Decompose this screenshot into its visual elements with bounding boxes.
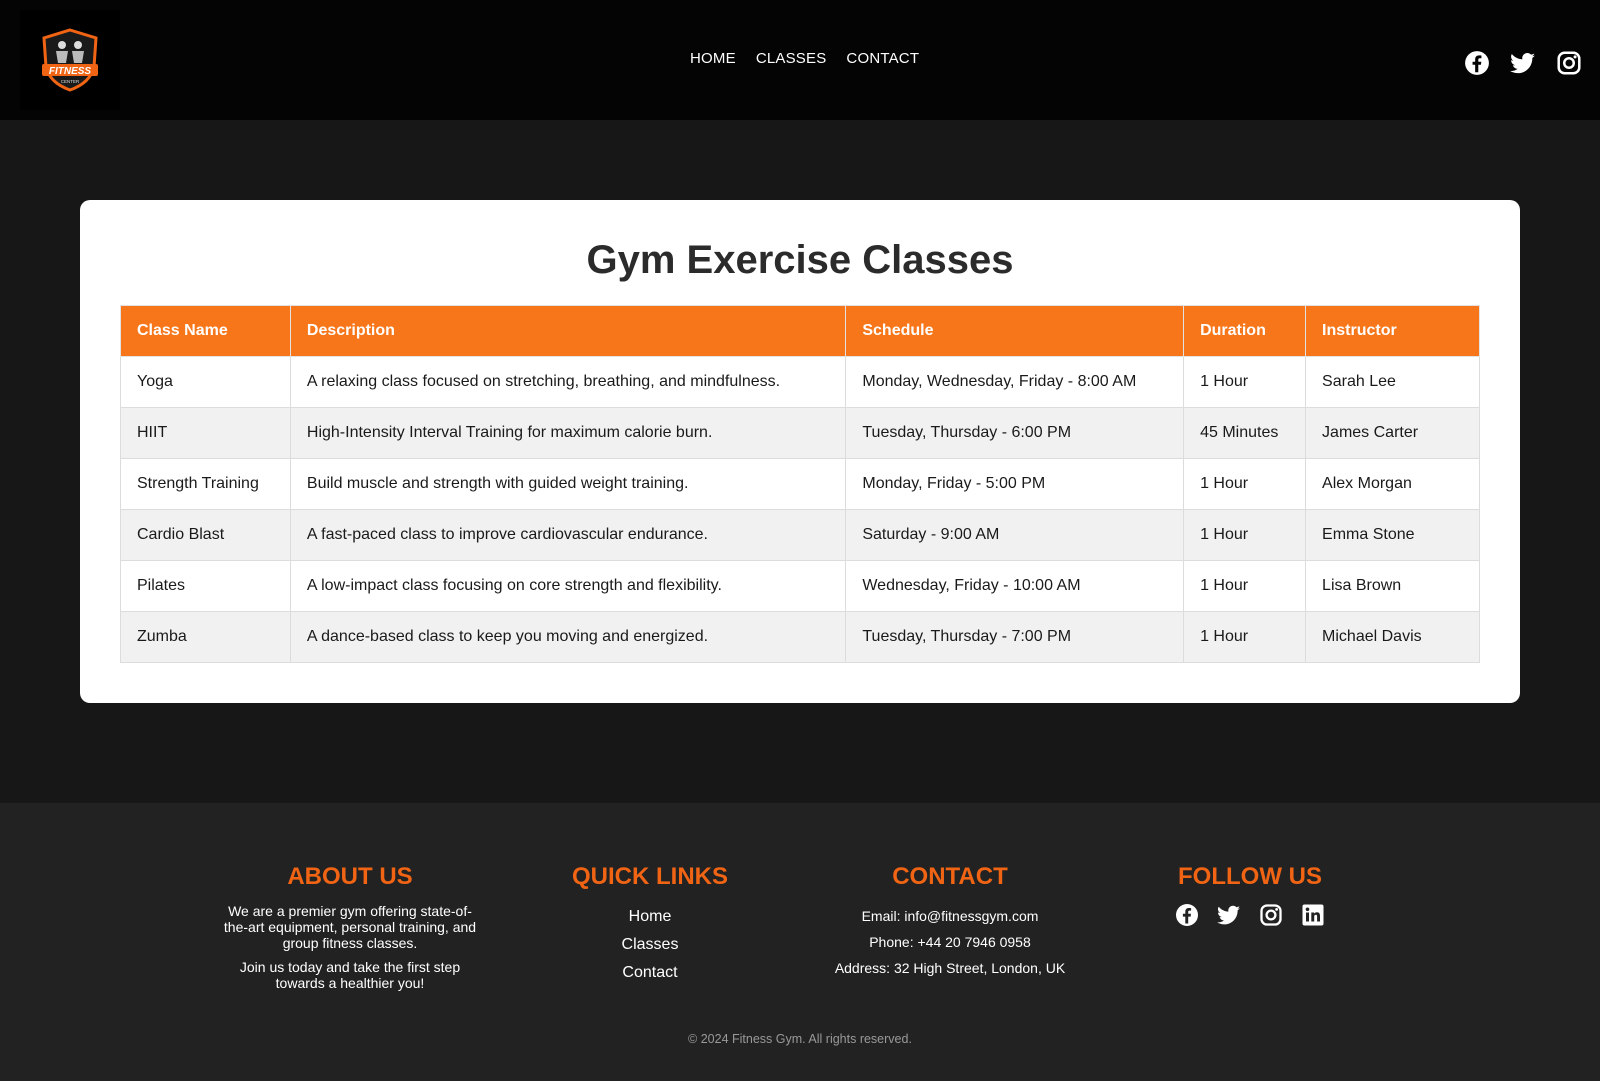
footer-email: Email: info@fitnessgym.com: [861, 908, 1039, 924]
table-row: Pilates A low-impact class focusing on c…: [120, 560, 1480, 612]
table-row: HIIT High-Intensity Interval Training fo…: [120, 407, 1480, 459]
column-header-description: Description: [289, 305, 847, 357]
instagram-icon[interactable]: [1556, 50, 1582, 76]
logo[interactable]: FITNESS CENTER: [20, 10, 120, 110]
footer-link-home[interactable]: Home: [510, 903, 790, 931]
cell-duration: 1 Hour: [1183, 509, 1307, 561]
cell-duration: 1 Hour: [1183, 611, 1307, 663]
column-header-schedule: Schedule: [845, 305, 1185, 357]
cell-description: A fast-paced class to improve cardiovasc…: [289, 509, 847, 561]
cell-schedule: Tuesday, Thursday - 6:00 PM: [845, 407, 1185, 459]
table-row: Strength Training Build muscle and stren…: [120, 458, 1480, 510]
footer-quick-links: QUICK LINKS Home Classes Contact: [510, 863, 790, 987]
classes-table: Class Name Description Schedule Duration…: [120, 305, 1480, 663]
cell-duration: 1 Hour: [1183, 560, 1307, 612]
footer-contact: CONTACT Email: info@fitnessgym.com Phone…: [810, 863, 1090, 981]
cell-description: A relaxing class focused on stretching, …: [289, 356, 847, 408]
cell-schedule: Wednesday, Friday - 10:00 AM: [845, 560, 1185, 612]
cell-class-name: Yoga: [120, 356, 291, 408]
cell-description: A dance-based class to keep you moving a…: [289, 611, 847, 663]
footer-follow-title: FOLLOW US: [1178, 863, 1322, 890]
cell-instructor: Michael Davis: [1305, 611, 1480, 663]
cell-schedule: Monday, Wednesday, Friday - 8:00 AM: [845, 356, 1185, 408]
table-header-row: Class Name Description Schedule Duration…: [120, 305, 1480, 357]
footer-about-text: We are a premier gym offering state-of-t…: [223, 903, 477, 951]
linkedin-icon[interactable]: [1301, 903, 1325, 927]
cell-schedule: Monday, Friday - 5:00 PM: [845, 458, 1185, 510]
facebook-icon[interactable]: [1175, 903, 1199, 927]
footer-follow: FOLLOW US: [1110, 863, 1390, 927]
nav-classes[interactable]: CLASSES: [756, 50, 827, 67]
footer-about: ABOUT US We are a premier gym offering s…: [210, 863, 490, 999]
footer-phone: Phone: +44 20 7946 0958: [869, 934, 1031, 950]
cell-class-name: Cardio Blast: [120, 509, 291, 561]
cell-description: A low-impact class focusing on core stre…: [289, 560, 847, 612]
footer-about-cta-text: Join us today and take the first step to…: [239, 959, 461, 991]
nav-home[interactable]: HOME: [690, 50, 736, 67]
cell-class-name: Zumba: [120, 611, 291, 663]
table-row: Yoga A relaxing class focused on stretch…: [120, 356, 1480, 408]
site-header: FITNESS CENTER HOME CLASSES CONTACT: [0, 0, 1600, 120]
cell-duration: 45 Minutes: [1183, 407, 1307, 459]
column-header-class-name: Class Name: [120, 305, 291, 357]
cell-class-name: Strength Training: [120, 458, 291, 510]
instagram-icon[interactable]: [1259, 903, 1283, 927]
cell-instructor: Sarah Lee: [1305, 356, 1480, 408]
twitter-icon[interactable]: [1217, 903, 1241, 927]
cell-schedule: Tuesday, Thursday - 7:00 PM: [845, 611, 1185, 663]
cell-class-name: Pilates: [120, 560, 291, 612]
footer-link-classes[interactable]: Classes: [510, 931, 790, 959]
svg-text:CENTER: CENTER: [61, 79, 80, 84]
footer-social-icons: [1110, 903, 1390, 927]
column-header-instructor: Instructor: [1305, 305, 1480, 357]
page-title: Gym Exercise Classes: [586, 238, 1014, 282]
cell-instructor: Emma Stone: [1305, 509, 1480, 561]
header-social: [1464, 50, 1582, 76]
twitter-icon[interactable]: [1510, 50, 1536, 76]
footer-quick-links-title: QUICK LINKS: [572, 863, 728, 890]
footer-contact-title: CONTACT: [892, 863, 1008, 890]
cell-schedule: Saturday - 9:00 AM: [845, 509, 1185, 561]
cell-instructor: James Carter: [1305, 407, 1480, 459]
main-nav: HOME CLASSES CONTACT: [690, 50, 919, 67]
cell-duration: 1 Hour: [1183, 356, 1307, 408]
cell-description: Build muscle and strength with guided we…: [289, 458, 847, 510]
cell-instructor: Alex Morgan: [1305, 458, 1480, 510]
cell-description: High-Intensity Interval Training for max…: [289, 407, 847, 459]
nav-contact[interactable]: CONTACT: [846, 50, 919, 67]
site-footer: ABOUT US We are a premier gym offering s…: [0, 803, 1600, 1081]
fitness-logo-icon: FITNESS CENTER: [42, 28, 98, 92]
column-header-duration: Duration: [1183, 305, 1307, 357]
copyright-text: © 2024 Fitness Gym. All rights reserved.: [688, 1032, 912, 1046]
cell-duration: 1 Hour: [1183, 458, 1307, 510]
cell-class-name: HIIT: [120, 407, 291, 459]
table-row: Zumba A dance-based class to keep you mo…: [120, 611, 1480, 663]
footer-about-title: ABOUT US: [287, 863, 413, 890]
svg-text:FITNESS: FITNESS: [49, 66, 92, 77]
facebook-icon[interactable]: [1464, 50, 1490, 76]
footer-link-contact[interactable]: Contact: [510, 959, 790, 987]
table-row: Cardio Blast A fast-paced class to impro…: [120, 509, 1480, 561]
cell-instructor: Lisa Brown: [1305, 560, 1480, 612]
classes-card: Gym Exercise Classes Class Name Descript…: [80, 200, 1520, 703]
footer-address: Address: 32 High Street, London, UK: [834, 960, 1066, 976]
